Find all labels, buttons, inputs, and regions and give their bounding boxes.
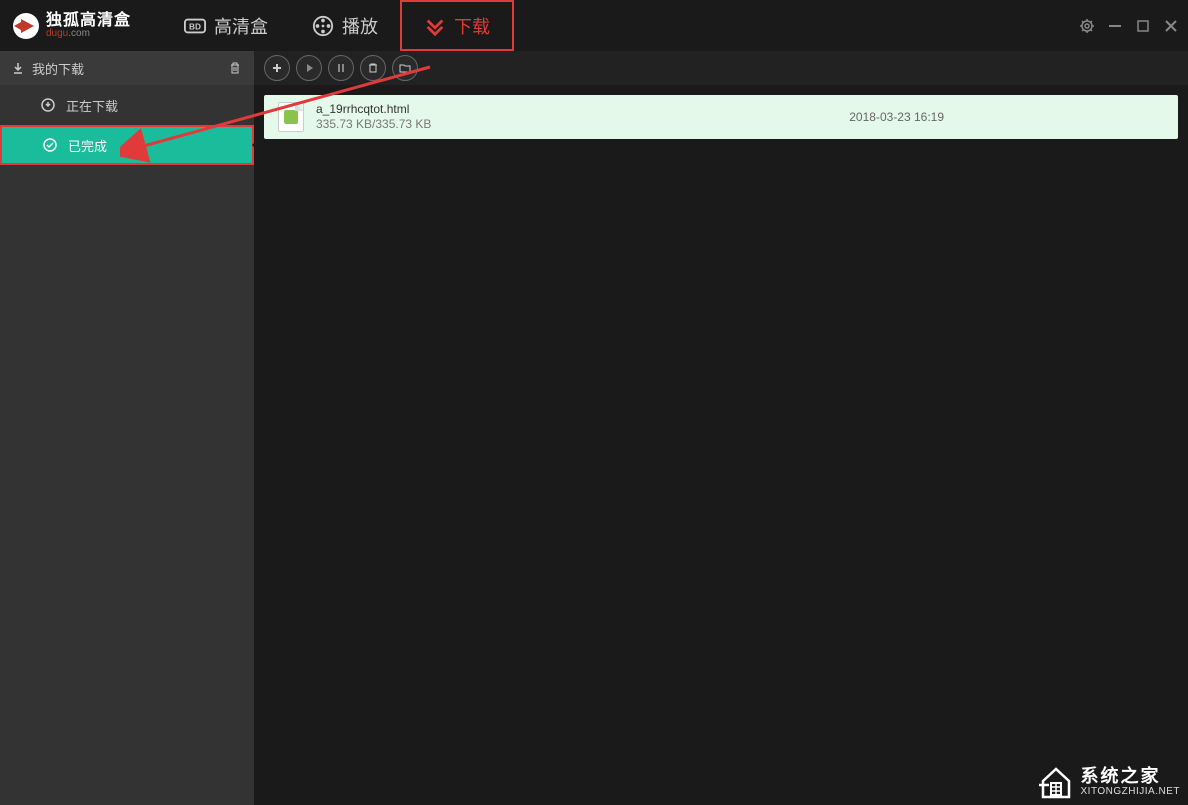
tab-hdbox-label: 高清盒	[214, 13, 268, 39]
pause-button[interactable]	[328, 55, 354, 81]
watermark: 系统之家 XITONGZHIJIA.NET	[1039, 765, 1181, 799]
content-area: a_19rrhcqtot.html 335.73 KB/335.73 KB 20…	[254, 51, 1188, 805]
close-button[interactable]	[1162, 17, 1180, 35]
check-circle-icon	[42, 137, 58, 153]
file-size: 335.73 KB/335.73 KB	[316, 117, 431, 132]
play-icon	[303, 62, 315, 74]
sidebar-item-label: 已完成	[68, 136, 107, 155]
sidebar-item-downloading[interactable]: 正在下载	[0, 85, 254, 125]
file-name: a_19rrhcqtot.html	[316, 102, 431, 117]
watermark-sub: XITONGZHIJIA.NET	[1081, 786, 1181, 797]
minimize-button[interactable]	[1106, 17, 1124, 35]
watermark-icon	[1039, 765, 1073, 799]
app-logo: 独孤高清盒 dugu.com	[0, 12, 162, 40]
delete-button[interactable]	[360, 55, 386, 81]
file-row[interactable]: a_19rrhcqtot.html 335.73 KB/335.73 KB 20…	[264, 95, 1178, 139]
tab-download[interactable]: 下载	[400, 0, 514, 51]
file-date: 2018-03-23 16:19	[849, 110, 944, 124]
pause-icon	[335, 62, 347, 74]
folder-button[interactable]	[392, 55, 418, 81]
sidebar-item-completed[interactable]: 已完成	[0, 125, 254, 165]
tab-download-label: 下载	[454, 13, 490, 39]
plus-icon	[271, 62, 283, 74]
svg-text:BD: BD	[189, 22, 201, 31]
sidebar: 我的下载 正在下载 已完成	[0, 51, 254, 805]
maximize-button[interactable]	[1134, 17, 1152, 35]
tab-hdbox[interactable]: BD 高清盒	[162, 0, 290, 51]
file-type-icon	[278, 102, 304, 132]
window-controls	[1078, 0, 1180, 51]
reel-icon	[312, 15, 334, 37]
settings-button[interactable]	[1078, 17, 1096, 35]
app-header: 独孤高清盒 dugu.com BD 高清盒 播放	[0, 0, 1188, 51]
close-icon	[1163, 18, 1179, 34]
sidebar-header: 我的下载	[0, 51, 254, 85]
logo-icon	[12, 12, 40, 40]
bd-icon: BD	[184, 15, 206, 37]
watermark-title: 系统之家	[1081, 767, 1181, 787]
main-area: 我的下载 正在下载 已完成	[0, 51, 1188, 805]
download-toolbar	[254, 51, 1188, 85]
file-list: a_19rrhcqtot.html 335.73 KB/335.73 KB 20…	[254, 85, 1188, 149]
tab-play[interactable]: 播放	[290, 0, 400, 51]
logo-title: 独孤高清盒	[46, 13, 131, 29]
minimize-icon	[1107, 18, 1123, 34]
folder-icon	[399, 62, 411, 74]
maximize-icon	[1135, 18, 1151, 34]
gear-icon	[1079, 18, 1095, 34]
sidebar-header-label: 我的下载	[32, 59, 84, 78]
logo-subtitle: dugu.com	[46, 29, 131, 39]
downloading-icon	[40, 97, 56, 113]
tab-play-label: 播放	[342, 13, 378, 39]
active-indicator	[252, 139, 258, 151]
download-double-icon	[424, 15, 446, 37]
add-button[interactable]	[264, 55, 290, 81]
trash-small-icon	[367, 62, 379, 74]
sidebar-item-label: 正在下载	[66, 96, 118, 115]
header-tabs: BD 高清盒 播放 下载	[162, 0, 514, 51]
trash-icon[interactable]	[228, 61, 242, 75]
start-button[interactable]	[296, 55, 322, 81]
download-small-icon	[12, 62, 24, 74]
file-info: a_19rrhcqtot.html 335.73 KB/335.73 KB	[316, 102, 431, 132]
